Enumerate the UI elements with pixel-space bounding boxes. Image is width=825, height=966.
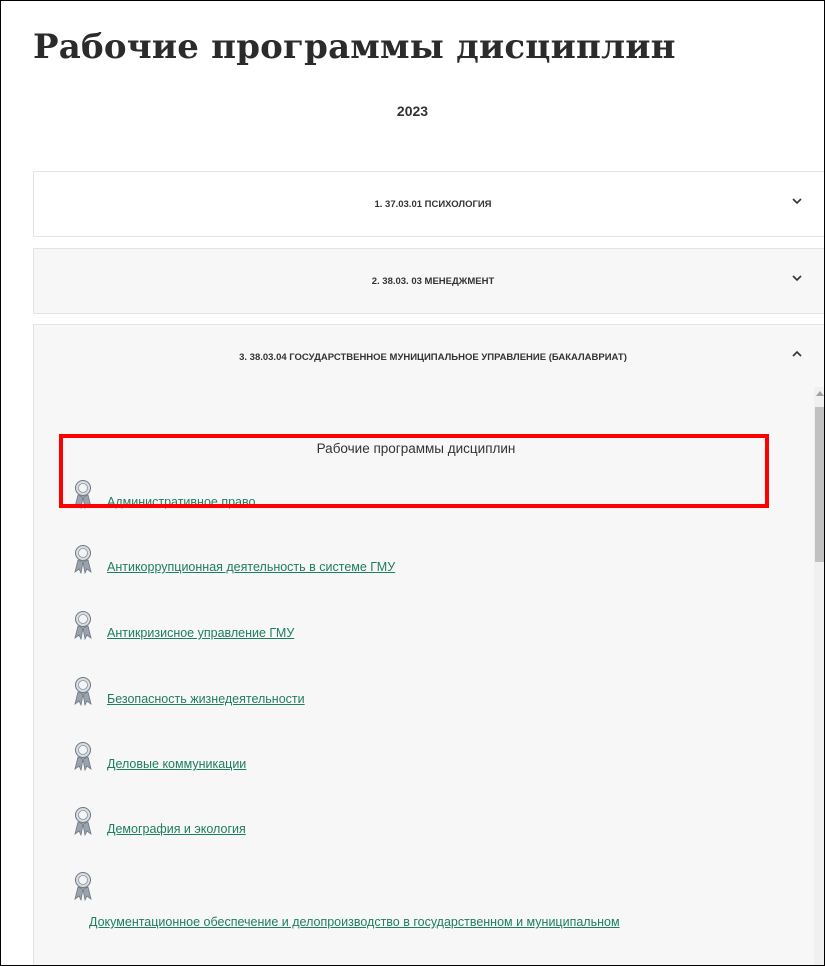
browser-viewport: Рабочие программы дисциплин 2023 1. 37.0… xyxy=(0,0,825,966)
award-ribbon-icon xyxy=(74,677,92,706)
accordion-label: 1. 37.03.01 ПСИХОЛОГИЯ xyxy=(374,198,492,210)
accordion-header[interactable]: 3. 38.03.04 ГОСУДАРСТВЕННОЕ МУНИЦИПАЛЬНО… xyxy=(34,325,824,389)
award-ribbon-icon xyxy=(74,807,92,836)
accordion-psychology: 1. 37.03.01 ПСИХОЛОГИЯ xyxy=(33,171,824,237)
document-link[interactable]: Демография и экология xyxy=(107,822,246,836)
document-item: Демография и экология xyxy=(73,806,246,836)
document-item: Административное право xyxy=(73,479,255,509)
accordion-management: 2. 38.03. 03 МЕНЕДЖМЕНТ xyxy=(33,248,824,314)
page-title: Рабочие программы дисциплин xyxy=(33,27,676,67)
document-link[interactable]: Антикоррупционная деятельность в системе… xyxy=(107,560,395,574)
document-item: Антикризисное управление ГМУ xyxy=(73,610,294,640)
document-link[interactable]: Документационное обеспечение и делопроиз… xyxy=(89,915,620,929)
year-label: 2023 xyxy=(396,103,429,119)
scroll-up-arrow-icon[interactable] xyxy=(816,391,824,396)
document-item: Безопасность жизнедеятельности xyxy=(73,676,305,706)
section-title: Рабочие программы дисциплин xyxy=(316,441,516,456)
accordion-state-municipal-management: 3. 38.03.04 ГОСУДАРСТВЕННОЕ МУНИЦИПАЛЬНО… xyxy=(33,324,824,965)
document-link[interactable]: Административное право xyxy=(107,495,255,509)
scroll-thumb[interactable] xyxy=(815,407,824,562)
document-item: Антикоррупционная деятельность в системе… xyxy=(73,544,395,574)
document-link[interactable]: Безопасность жизнедеятельности xyxy=(107,692,305,706)
chevron-down-icon[interactable] xyxy=(792,273,802,283)
document-link[interactable]: Деловые коммуникации xyxy=(107,757,246,771)
accordion-header[interactable]: 2. 38.03. 03 МЕНЕДЖМЕНТ xyxy=(34,249,824,313)
content-scrollbar[interactable] xyxy=(814,387,824,965)
accordion-label: 2. 38.03. 03 МЕНЕДЖМЕНТ xyxy=(371,275,495,287)
accordion-label: 3. 38.03.04 ГОСУДАРСТВЕННОЕ МУНИЦИПАЛЬНО… xyxy=(239,351,627,363)
chevron-up-icon[interactable] xyxy=(792,349,802,359)
document-item: Деловые коммуникации xyxy=(73,741,246,771)
award-ribbon-icon xyxy=(74,742,92,771)
document-link[interactable]: Антикризисное управление ГМУ xyxy=(107,626,294,640)
award-ribbon-icon xyxy=(74,480,92,509)
accordion-header[interactable]: 1. 37.03.01 ПСИХОЛОГИЯ xyxy=(34,172,824,236)
award-ribbon-icon xyxy=(74,611,92,640)
award-ribbon-icon xyxy=(74,872,92,901)
chevron-down-icon[interactable] xyxy=(792,196,802,206)
award-ribbon-icon xyxy=(74,545,92,574)
